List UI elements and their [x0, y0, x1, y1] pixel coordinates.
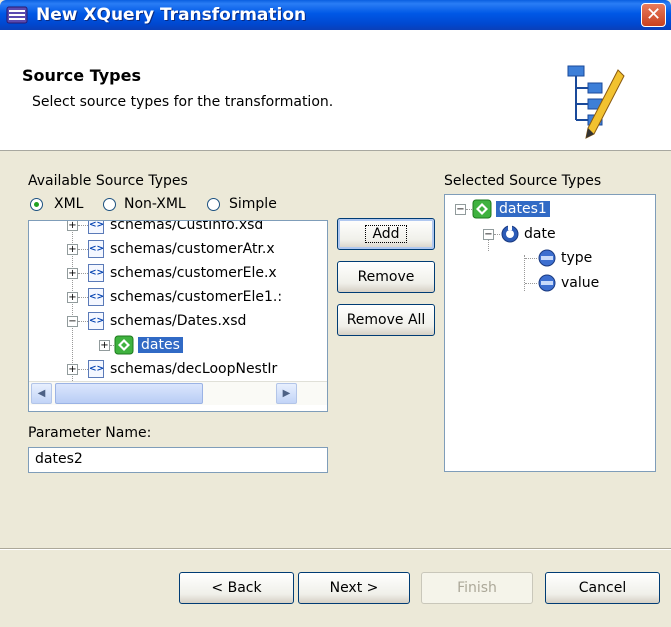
next-button[interactable]: Next > [298, 572, 410, 604]
collapse-icon[interactable]: − [67, 315, 78, 327]
tree-connector [78, 224, 88, 226]
eclipse-app-icon [6, 6, 28, 24]
page-title: Source Types [22, 66, 141, 85]
tree-item[interactable]: type [525, 246, 592, 270]
add-button-label: Add [365, 225, 407, 243]
page-description: Select source types for the transformati… [32, 94, 334, 110]
tree-item[interactable]: − dates1 [455, 197, 550, 221]
tree-item[interactable]: + <> schemas/CustInfo.xsd [67, 220, 264, 237]
tree-connector [78, 296, 88, 298]
tree-item[interactable]: + dates [99, 333, 183, 357]
horizontal-scroll-thumb[interactable] [55, 383, 203, 404]
tree-item-label: dates1 [496, 201, 550, 217]
scroll-left-button[interactable]: ◀ [31, 383, 52, 404]
expand-icon[interactable]: + [67, 243, 78, 255]
xml-file-icon: <> [88, 240, 104, 258]
tree-item[interactable]: value [525, 271, 599, 295]
tree-item[interactable]: + <> schemas/customerEle.x [67, 261, 277, 285]
xml-file-icon: <> [88, 264, 104, 282]
parameter-name-input[interactable]: dates2 [28, 447, 328, 473]
finish-button[interactable]: Finish [421, 572, 533, 604]
expand-icon[interactable]: + [67, 267, 78, 279]
expand-icon[interactable]: + [67, 221, 78, 231]
simple-radio-label[interactable]: Simple [229, 196, 277, 212]
non-xml-radio-label[interactable]: Non-XML [124, 196, 186, 212]
remove-all-button[interactable]: Remove All [337, 304, 435, 336]
parameter-name-label: Parameter Name: [28, 425, 152, 441]
tree-item-label: schemas/Dates.xsd [110, 313, 247, 329]
tree-item-label: schemas/customerAtr.x [110, 241, 275, 257]
available-source-tree[interactable]: + <> schemas/CustInfo.xsd + <> schemas/c… [28, 220, 328, 412]
tree-item-label: value [561, 275, 600, 291]
tree-connector [78, 248, 88, 250]
expand-icon[interactable]: + [67, 363, 78, 375]
cancel-button[interactable]: Cancel [545, 572, 660, 604]
attribute-icon [538, 249, 556, 267]
scroll-right-button[interactable]: ▶ [276, 383, 297, 404]
tree-connector [525, 257, 537, 259]
element-icon [114, 335, 134, 355]
expand-icon[interactable]: + [67, 291, 78, 303]
xml-radio-label[interactable]: XML [54, 196, 83, 212]
title-bar: New XQuery Transformation ✕ [0, 0, 671, 30]
available-source-types-label: Available Source Types [28, 173, 188, 189]
xml-file-icon: <> [88, 312, 104, 330]
xml-file-icon: <> [88, 360, 104, 378]
xml-file-icon: <> [88, 288, 104, 306]
selected-source-types-label: Selected Source Types [444, 173, 602, 189]
wizard-header: Source Types Select source types for the… [0, 30, 671, 151]
tree-item[interactable]: + <> schemas/customerEle1.: [67, 285, 282, 309]
tree-connector [78, 368, 88, 370]
tree-item[interactable]: + <> schemas/decLoopNestIr [67, 357, 277, 381]
tree-item-label: schemas/customerEle1.: [110, 289, 283, 305]
tree-item[interactable]: + <> schemas/customerAtr.x [67, 237, 275, 261]
close-icon: ✕ [645, 4, 662, 25]
horizontal-scrollbar[interactable]: ◀ ▶ [29, 381, 327, 405]
tree-connector [78, 320, 88, 322]
attribute-icon [538, 274, 556, 292]
tree-item-label: date [524, 226, 556, 242]
complex-type-icon [501, 225, 519, 243]
tree-item[interactable]: − <> schemas/Dates.xsd [67, 309, 246, 333]
collapse-icon[interactable]: − [483, 228, 494, 240]
close-button[interactable]: ✕ [641, 3, 666, 27]
xml-file-icon: <> [88, 221, 104, 234]
footer-separator [0, 548, 671, 550]
add-button[interactable]: Add [337, 218, 435, 250]
element-icon [472, 199, 492, 219]
tree-item[interactable]: − date [483, 222, 556, 246]
tree-item-label: type [561, 250, 593, 266]
tree-item-label: schemas/decLoopNestIr [110, 361, 278, 377]
tree-item-label: schemas/CustInfo.xsd [110, 220, 264, 233]
window-title: New XQuery Transformation [36, 5, 307, 25]
collapse-icon[interactable]: − [455, 203, 466, 215]
remove-button[interactable]: Remove [337, 261, 435, 293]
selected-source-tree[interactable]: − dates1 − date type value [444, 194, 656, 472]
tree-item-label: dates [138, 337, 183, 353]
wizard-graphic-icon [567, 65, 625, 139]
xml-radio[interactable] [30, 198, 43, 211]
tree-connector [78, 272, 88, 274]
tree-item-label: schemas/customerEle.x [110, 265, 277, 281]
expand-icon[interactable]: + [99, 339, 110, 351]
tree-connector [525, 282, 537, 284]
non-xml-radio[interactable] [103, 198, 116, 211]
back-button[interactable]: < Back [179, 572, 294, 604]
simple-radio[interactable] [207, 198, 220, 211]
